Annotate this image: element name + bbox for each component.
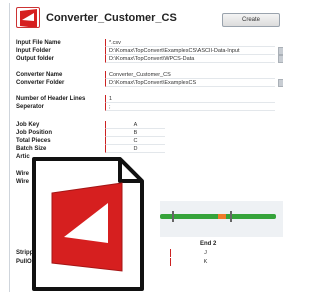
output-folder-label: Output folder bbox=[16, 56, 54, 62]
input-folder-browse-button[interactable] bbox=[278, 47, 283, 55]
job-position-field[interactable]: B bbox=[105, 129, 165, 137]
wire-label-2: Wire bbox=[16, 179, 29, 185]
app-logo-icon bbox=[16, 7, 40, 28]
end2-field-j[interactable]: J bbox=[170, 249, 240, 257]
wire-diagram bbox=[160, 201, 283, 237]
batch-size-field[interactable]: D bbox=[105, 145, 165, 153]
job-position-label: Job Position bbox=[16, 130, 52, 136]
topconvert-file-icon bbox=[30, 155, 145, 292]
output-folder-browse-button[interactable] bbox=[278, 55, 283, 63]
header-lines-field[interactable]: 1 bbox=[105, 95, 275, 103]
header-lines-label: Number of Header Lines bbox=[16, 96, 86, 102]
end2-field-k[interactable]: K bbox=[170, 258, 240, 266]
converter-folder-browse-button[interactable] bbox=[278, 79, 283, 87]
job-key-field[interactable]: A bbox=[105, 121, 165, 129]
total-pieces-field[interactable]: C bbox=[105, 137, 165, 145]
job-key-label: Job Key bbox=[16, 122, 40, 128]
create-button[interactable]: Create bbox=[222, 13, 280, 27]
converter-folder-label: Converter Folder bbox=[16, 80, 65, 86]
total-pieces-label: Total Pieces bbox=[16, 138, 51, 144]
converter-name-field[interactable]: Converter_Customer_CS bbox=[105, 71, 275, 79]
article-label: Artic bbox=[16, 154, 30, 160]
page-title: Converter_Customer_CS bbox=[46, 12, 177, 24]
wire-marker bbox=[218, 214, 226, 219]
input-file-name-field[interactable]: *.csv bbox=[105, 39, 275, 47]
wire-strip-mark-left bbox=[172, 211, 174, 222]
converter-folder-field[interactable]: D:\Komax\TopConvert\ExamplesCS bbox=[105, 79, 275, 87]
wire-label-1: Wire bbox=[16, 171, 29, 177]
input-folder-field[interactable]: D:\Komax\TopConvert\ExamplesCS\ASCII-Dat… bbox=[105, 47, 275, 55]
separator-label: Seperator bbox=[16, 104, 45, 110]
converter-name-label: Converter Name bbox=[16, 72, 63, 78]
input-folder-label: Input Folder bbox=[16, 48, 51, 54]
wire-strip-mark-right bbox=[230, 211, 232, 222]
batch-size-label: Batch Size bbox=[16, 146, 47, 152]
output-folder-field[interactable]: D:\Komax\TopConvert\WPCS-Data bbox=[105, 55, 275, 63]
end2-heading: End 2 bbox=[200, 241, 217, 247]
input-file-name-label: Input File Name bbox=[16, 40, 61, 46]
separator-field[interactable]: ; bbox=[105, 103, 275, 111]
